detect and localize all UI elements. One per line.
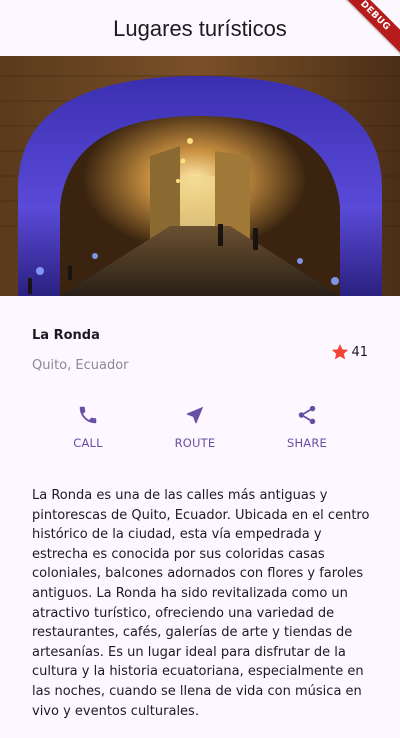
star-icon xyxy=(332,344,349,360)
action-buttons: CALL ROUTE SHARE xyxy=(0,404,400,464)
share-label: SHARE xyxy=(286,436,328,450)
app-bar-title: Lugares turísticos xyxy=(113,16,287,41)
rating: 41 xyxy=(330,342,368,362)
share-button[interactable]: SHARE xyxy=(267,404,347,450)
app-bar: Lugares turísticos xyxy=(0,0,400,56)
call-button[interactable]: CALL xyxy=(48,404,128,450)
share-icon xyxy=(298,405,316,425)
route-button[interactable]: ROUTE xyxy=(155,404,235,450)
place-name: La Ronda xyxy=(32,328,100,343)
place-description: La Ronda es una de las calles más antigu… xyxy=(32,488,370,719)
app-screen: Lugares turísticos DEBUG La Ronda Quito,… xyxy=(0,0,400,738)
navigation-icon xyxy=(186,406,204,424)
rating-count: 41 xyxy=(351,344,368,360)
phone-icon xyxy=(79,406,97,424)
route-label: ROUTE xyxy=(174,436,216,450)
place-location: Quito, Ecuador xyxy=(32,358,129,373)
hero-image xyxy=(0,56,400,296)
call-label: CALL xyxy=(73,436,103,450)
place-header: La Ronda Quito, Ecuador 41 xyxy=(32,326,368,386)
